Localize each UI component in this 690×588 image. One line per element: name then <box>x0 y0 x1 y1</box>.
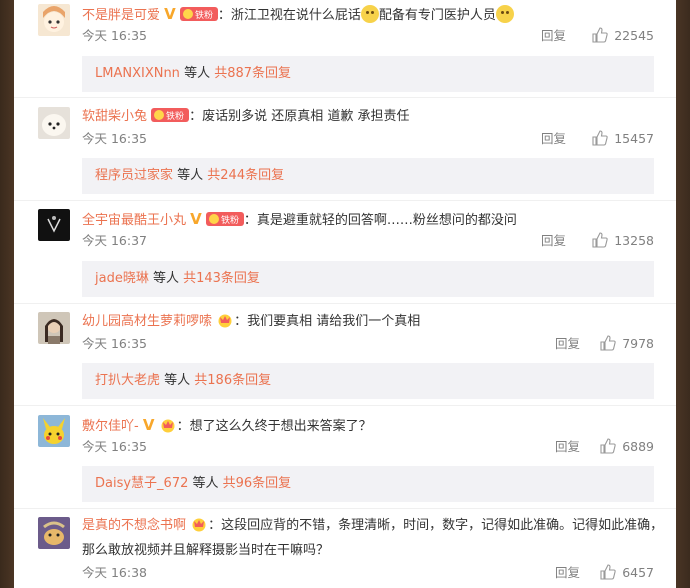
reply-count[interactable]: 共96条回复 <box>223 476 292 491</box>
divider <box>14 303 676 304</box>
reply-user[interactable]: LMANXIXNnn <box>95 66 180 81</box>
avatar[interactable] <box>38 415 70 447</box>
reply-button[interactable]: 回复 <box>555 334 580 354</box>
verified-v-icon: V <box>142 416 155 434</box>
reply-summary[interactable]: 打扒大老虎 等人 共186条回复 <box>82 363 654 399</box>
comment-actions: 回复 15457 <box>454 129 654 149</box>
avatar[interactable] <box>38 107 70 139</box>
username-link[interactable]: 软甜柴小兔 <box>82 109 147 124</box>
smile-emoji-icon <box>360 5 379 23</box>
comment-actions: 回复 6889 <box>454 437 654 457</box>
reply-count[interactable]: 共244条回复 <box>207 168 284 183</box>
reply-button[interactable]: 回复 <box>541 129 566 149</box>
comment-actions: 回复 22545 <box>454 26 654 46</box>
like-count: 6889 <box>622 439 654 454</box>
comment-time: 今天 16:38 <box>82 565 147 580</box>
comment-time: 今天 16:35 <box>82 336 147 351</box>
crown-badge[interactable] <box>216 312 234 335</box>
crown-badge[interactable] <box>159 417 177 440</box>
divider <box>14 405 676 406</box>
like-count: 22545 <box>614 28 654 43</box>
username-link[interactable]: 不是胖是可爱 <box>82 8 160 23</box>
comment-body: 幼儿园高材生萝莉啰嗦 ：我们要真相 请给我们一个真相 <box>82 312 668 335</box>
like-count: 7978 <box>622 336 654 351</box>
fan-badge[interactable]: 铁粉 <box>205 211 244 234</box>
username-link[interactable]: 幼儿园高材生萝莉啰嗦 <box>82 314 212 329</box>
comment-text: ：真是避重就轻的回答啊……粉丝想问的都没问 <box>243 213 517 228</box>
verified-v-icon: V <box>164 5 176 23</box>
comment-body: 软甜柴小兔 铁粉 ：废话别多说 还原真相 道歉 承担责任 <box>82 107 668 130</box>
comment-time: 今天 16:37 <box>82 233 147 248</box>
like-button[interactable]: 7978 <box>600 334 654 354</box>
comment-text: ：废话别多说 还原真相 道歉 承担责任 <box>189 109 410 124</box>
fan-badge[interactable]: 铁粉 <box>179 6 218 29</box>
like-button[interactable]: 6889 <box>600 437 654 457</box>
like-button[interactable]: 22545 <box>592 26 654 46</box>
reply-user[interactable]: Daisy慧子_672 <box>95 476 188 491</box>
reply-mid: 等人 <box>148 271 184 286</box>
divider <box>14 200 676 201</box>
like-button[interactable]: 6457 <box>600 563 654 583</box>
thinking-emoji-icon <box>495 5 514 23</box>
avatar[interactable] <box>38 4 70 36</box>
like-count: 13258 <box>614 233 654 248</box>
reply-count[interactable]: 共186条回复 <box>194 373 271 388</box>
reply-summary[interactable]: LMANXIXNnn 等人 共887条回复 <box>82 56 654 92</box>
thumbs-up-icon <box>592 130 608 146</box>
reply-count[interactable]: 共143条回复 <box>183 271 260 286</box>
reply-button[interactable]: 回复 <box>541 26 566 46</box>
username-link[interactable]: 敷尔佳吖- <box>82 419 139 434</box>
reply-mid: 等人 <box>188 476 223 491</box>
like-button[interactable]: 13258 <box>592 231 654 251</box>
comment-actions: 回复 7978 <box>454 334 654 354</box>
reply-user[interactable]: 程序员过家家 <box>95 168 173 183</box>
comment-actions: 回复 6457 <box>454 563 654 583</box>
reply-summary[interactable]: Daisy慧子_672 等人 共96条回复 <box>82 466 654 502</box>
reply-button[interactable]: 回复 <box>555 437 580 457</box>
reply-mid: 等人 <box>179 66 215 81</box>
like-count: 15457 <box>614 131 654 146</box>
thumbs-up-icon <box>592 27 608 43</box>
reply-count[interactable]: 共887条回复 <box>214 66 291 81</box>
avatar[interactable] <box>38 312 70 344</box>
thumbs-up-icon <box>600 335 616 351</box>
thumbs-up-icon <box>600 438 616 454</box>
username-link[interactable]: 是真的不想念书啊 <box>82 518 186 533</box>
comment-body: 是真的不想念书啊 ：这段回应背的不错，条理清晰，时间，数字，记得如此准确。记得如… <box>82 515 672 562</box>
comment-text-cont: 配备有专门医护人员 <box>378 8 496 23</box>
thumbs-up-icon <box>592 232 608 248</box>
reply-mid: 等人 <box>173 168 208 183</box>
comment-text: ：我们要真相 请给我们一个真相 <box>234 314 421 329</box>
crown-badge[interactable] <box>190 516 208 540</box>
comment-time: 今天 16:35 <box>82 28 147 43</box>
avatar[interactable] <box>38 517 70 549</box>
like-count: 6457 <box>622 565 654 580</box>
comment-time: 今天 16:35 <box>82 131 147 146</box>
svg-text:铁粉: 铁粉 <box>195 9 213 21</box>
fan-badge[interactable]: 铁粉 <box>151 107 190 130</box>
reply-summary[interactable]: 程序员过家家 等人 共244条回复 <box>82 158 654 194</box>
avatar[interactable] <box>38 209 70 241</box>
like-button[interactable]: 15457 <box>592 129 654 149</box>
thumbs-up-icon <box>600 564 616 580</box>
comment-time: 今天 16:35 <box>82 439 147 454</box>
username-link[interactable]: 全宇宙最酷王小丸 <box>82 213 186 228</box>
reply-button[interactable]: 回复 <box>555 563 580 583</box>
comment-text: ：浙江卫视在说什么屁话 <box>217 8 361 23</box>
svg-text:铁粉: 铁粉 <box>221 214 239 226</box>
svg-text:铁粉: 铁粉 <box>166 110 184 122</box>
divider <box>14 508 676 509</box>
reply-button[interactable]: 回复 <box>541 231 566 251</box>
reply-user[interactable]: jade晓琳 <box>95 271 149 286</box>
comment-text: ：想了这么久终于想出来答案了？ <box>176 419 372 434</box>
reply-summary[interactable]: jade晓琳 等人 共143条回复 <box>82 261 654 297</box>
verified-v-icon: V <box>190 210 202 228</box>
reply-mid: 等人 <box>160 373 195 388</box>
reply-user[interactable]: 打扒大老虎 <box>95 373 160 388</box>
comment-actions: 回复 13258 <box>454 231 654 251</box>
divider <box>14 97 676 98</box>
